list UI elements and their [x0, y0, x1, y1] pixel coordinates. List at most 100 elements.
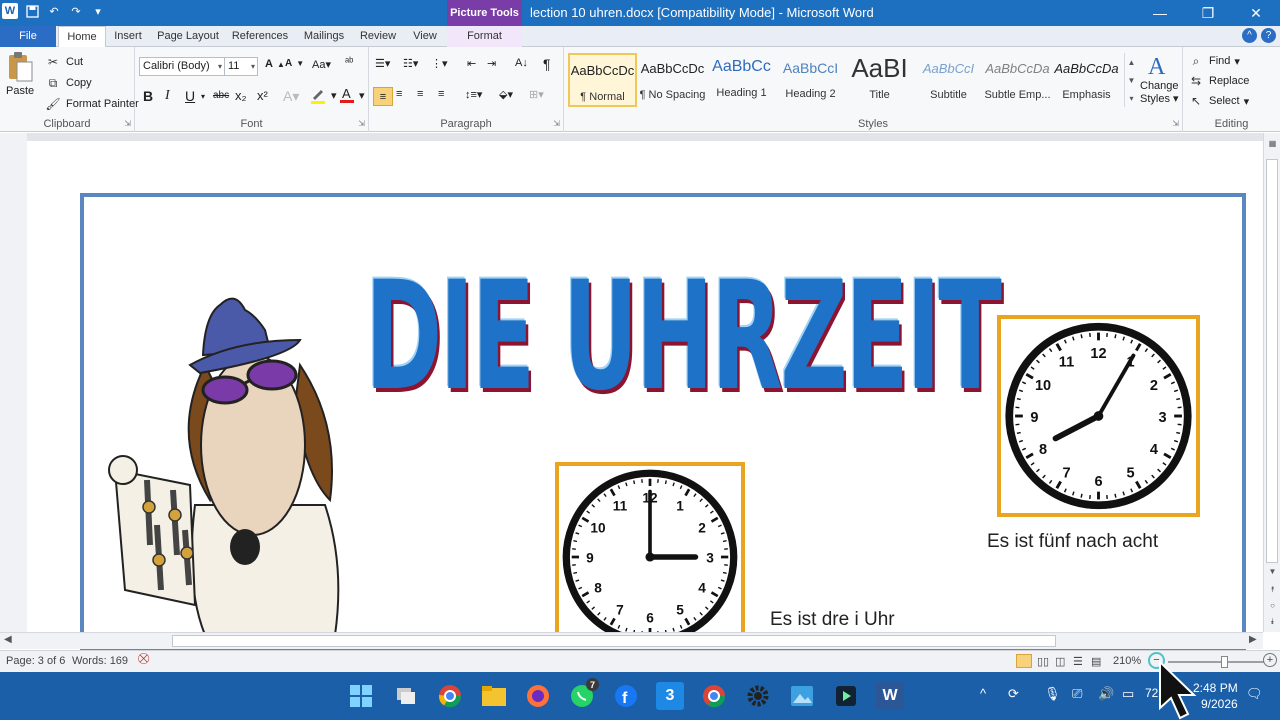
- style-no-spacing[interactable]: AaBbCcDc ¶ No Spacing: [638, 53, 707, 107]
- whatsapp-icon[interactable]: 7: [568, 678, 599, 710]
- align-right-icon[interactable]: ≡: [417, 88, 423, 100]
- proofing-icon[interactable]: ⛒: [138, 653, 149, 666]
- style-subtle-emphasis[interactable]: AaBbCcDa Subtle Emp...: [983, 53, 1052, 107]
- scroll-down-icon[interactable]: ▼: [1264, 567, 1280, 576]
- page-count[interactable]: Page: 3 of 6: [6, 655, 65, 667]
- borders-icon[interactable]: ⊞▾: [529, 88, 544, 101]
- tab-view[interactable]: View: [406, 26, 444, 47]
- align-left-icon[interactable]: ≡: [373, 87, 393, 106]
- strikethrough-icon[interactable]: abc: [213, 90, 229, 101]
- minimize-button[interactable]: —: [1136, 0, 1184, 26]
- close-button[interactable]: ✕: [1232, 0, 1280, 26]
- subscript-icon[interactable]: x₂: [235, 88, 247, 103]
- multilevel-list-icon[interactable]: ⋮▾: [431, 57, 448, 70]
- increase-indent-icon[interactable]: ⇥: [487, 57, 496, 70]
- tab-home[interactable]: Home: [58, 26, 106, 48]
- browse-object-icon[interactable]: ○: [1264, 601, 1280, 610]
- grow-font-icon[interactable]: A ▲: [265, 58, 285, 70]
- previous-page-icon[interactable]: ⯭: [1264, 585, 1280, 595]
- cut-button[interactable]: ✂ Cut: [44, 53, 83, 71]
- styles-gallery-scroll[interactable]: ▲ ▼ ▾: [1124, 53, 1138, 107]
- photos-icon[interactable]: [788, 682, 816, 710]
- vertical-scrollbar[interactable]: ▦ ▼ ⯭ ○ ⯯: [1263, 133, 1280, 632]
- word-count[interactable]: Words: 169: [72, 655, 128, 667]
- web-layout-icon[interactable]: ◫: [1055, 655, 1065, 668]
- notification-icon[interactable]: 🗨: [1246, 686, 1263, 702]
- word-taskbar-icon[interactable]: W: [876, 682, 904, 710]
- outline-icon[interactable]: ☰: [1073, 655, 1083, 668]
- bullets-icon[interactable]: ☰▾: [375, 57, 390, 70]
- decrease-indent-icon[interactable]: ⇤: [467, 57, 476, 70]
- line-spacing-icon[interactable]: ↕≡▾: [465, 88, 482, 101]
- style-heading-2[interactable]: AaBbCcI Heading 2: [776, 53, 845, 107]
- zoom-level[interactable]: 210%: [1113, 655, 1141, 667]
- facebook-icon[interactable]: f: [612, 682, 640, 710]
- media-player-icon[interactable]: [832, 682, 860, 710]
- draft-icon[interactable]: ▤: [1091, 655, 1101, 668]
- restore-button[interactable]: ❐: [1184, 0, 1232, 26]
- start-icon[interactable]: [347, 682, 375, 710]
- style-heading-1[interactable]: AaBbCc Heading 1: [707, 53, 776, 107]
- task-view-icon[interactable]: [392, 682, 420, 710]
- redo-icon[interactable]: ↷: [68, 3, 84, 19]
- highlight-icon[interactable]: ▾: [309, 86, 337, 104]
- horizontal-scroll-thumb[interactable]: [172, 635, 1056, 647]
- change-styles-button[interactable]: A Change Styles ▾: [1140, 52, 1179, 106]
- tab-review[interactable]: Review: [356, 26, 400, 47]
- font-color-icon[interactable]: A ▾: [339, 86, 365, 104]
- dialog-launcher-icon[interactable]: ⇲: [1172, 119, 1179, 128]
- change-case-icon[interactable]: Aa▾: [312, 58, 331, 71]
- battery-icon[interactable]: ▭: [1122, 686, 1134, 702]
- sort-icon[interactable]: A↓: [515, 57, 528, 69]
- align-center-icon[interactable]: ≡: [396, 88, 402, 100]
- chrome-icon[interactable]: [436, 682, 464, 710]
- zoom-slider-knob[interactable]: [1221, 656, 1228, 668]
- dialog-launcher-icon[interactable]: ⇲: [358, 119, 365, 128]
- format-painter-button[interactable]: 🖌 Format Painter: [44, 95, 138, 113]
- chrome-profile-icon[interactable]: [700, 682, 728, 710]
- font-size-select[interactable]: 11 ▾: [224, 57, 258, 76]
- help-icon[interactable]: ?: [1261, 28, 1276, 43]
- tab-file[interactable]: File: [0, 26, 56, 47]
- full-screen-reading-icon[interactable]: ▯▯: [1037, 655, 1049, 668]
- scroll-left-icon[interactable]: ◀: [4, 634, 12, 645]
- more-icon[interactable]: ▾: [1129, 94, 1133, 103]
- replace-button[interactable]: ⇆ Replace: [1187, 72, 1249, 90]
- customize-qat-icon[interactable]: ▾: [90, 3, 106, 19]
- justify-icon[interactable]: ≡: [438, 88, 444, 100]
- font-family-select[interactable]: Calibri (Body) ▾: [139, 57, 225, 76]
- numbering-icon[interactable]: ☷▾: [403, 57, 418, 70]
- save-icon[interactable]: [24, 3, 40, 19]
- clock-box-1[interactable]: 121234567891011: [997, 315, 1200, 517]
- shrink-font-icon[interactable]: A ▼: [285, 58, 304, 69]
- underline-dropdown-icon[interactable]: ▾: [201, 92, 205, 101]
- shading-icon[interactable]: ⬙▾: [499, 88, 513, 101]
- next-page-icon[interactable]: ⯯: [1264, 617, 1280, 627]
- scroll-up-icon[interactable]: ▲: [1128, 58, 1136, 67]
- volume-icon[interactable]: 🔊: [1098, 686, 1114, 702]
- tab-format[interactable]: Format: [447, 26, 522, 47]
- scroll-down-icon[interactable]: ▼: [1128, 76, 1136, 85]
- copy-button[interactable]: ⧉ Copy: [44, 74, 92, 92]
- style-emphasis[interactable]: AaBbCcDa Emphasis: [1052, 53, 1121, 107]
- zoom-in-icon[interactable]: +: [1263, 653, 1277, 667]
- tab-insert[interactable]: Insert: [110, 26, 146, 47]
- paste-button[interactable]: Paste: [6, 51, 34, 97]
- style-title[interactable]: AaBI Title: [845, 53, 914, 107]
- style-subtitle[interactable]: AaBbCcI Subtitle: [914, 53, 983, 107]
- microphone-icon[interactable]: 🎙: [1044, 686, 1061, 702]
- find-button[interactable]: ⌕ Find ▾: [1187, 52, 1240, 70]
- vertical-scroll-thumb[interactable]: [1266, 159, 1278, 563]
- tab-references[interactable]: References: [228, 26, 292, 47]
- dialog-launcher-icon[interactable]: ⇲: [124, 119, 131, 128]
- sync-icon[interactable]: ⟳: [1008, 686, 1019, 702]
- tab-mailings[interactable]: Mailings: [298, 26, 350, 47]
- undo-icon[interactable]: ↶: [46, 3, 62, 19]
- text-effects-icon[interactable]: A▾: [283, 88, 299, 105]
- bold-icon[interactable]: B: [143, 88, 153, 104]
- clock-box-2[interactable]: 121234567891011: [555, 462, 745, 637]
- network-icon[interactable]: ⎚: [1072, 686, 1082, 702]
- clear-formatting-icon[interactable]: ᵃᵇ: [345, 56, 353, 68]
- app-3-icon[interactable]: 3: [656, 682, 684, 710]
- show-marks-icon[interactable]: ¶: [543, 56, 551, 72]
